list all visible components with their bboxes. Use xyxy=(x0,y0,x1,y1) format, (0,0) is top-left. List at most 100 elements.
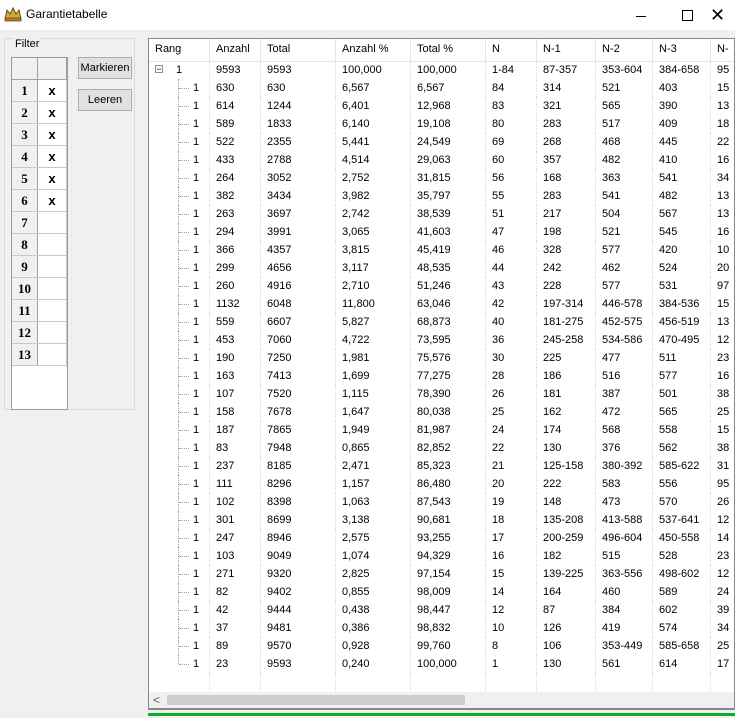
table-row[interactable]: 1 433 2788 4,514 29,063 60 357 482 410 16 xyxy=(149,151,734,169)
column-header[interactable]: N- xyxy=(711,39,734,61)
filter-row[interactable]: 1x xyxy=(12,80,67,102)
table-row[interactable]: 1 23 9593 0,240 100,000 1 130 561 614 17 xyxy=(149,655,734,673)
table-row[interactable]: 1 187 7865 1,949 81,987 24 174 568 558 15 xyxy=(149,421,734,439)
filter-row-mark[interactable] xyxy=(38,300,67,321)
table-row[interactable]: 1 522 2355 5,441 24,549 69 268 468 445 22 xyxy=(149,133,734,151)
filter-row[interactable]: 7 xyxy=(12,212,67,234)
filter-row[interactable]: 4x xyxy=(12,146,67,168)
filter-row-mark[interactable] xyxy=(38,212,67,233)
table-row[interactable]: 1 111 8296 1,157 86,480 20 222 583 556 95 xyxy=(149,475,734,493)
table-cell: 517 xyxy=(596,115,653,133)
filter-row-mark[interactable] xyxy=(38,256,67,277)
column-header[interactable]: N-2 xyxy=(596,39,653,61)
filter-row[interactable]: 5x xyxy=(12,168,67,190)
horizontal-scrollbar[interactable]: < xyxy=(148,692,735,709)
table-row[interactable]: 1 559 6607 5,827 68,873 40 181-275 452-575 456-5… xyxy=(149,313,734,331)
tree-branch xyxy=(179,592,189,593)
filter-row[interactable]: 2x xyxy=(12,102,67,124)
table-row[interactable]: 1 630 630 6,567 6,567 84 314 521 403 15 xyxy=(149,79,734,97)
table-row[interactable]: 1 264 3052 2,752 31,815 56 168 363 541 34 xyxy=(149,169,734,187)
table-row[interactable]: 1 260 4916 2,710 51,246 43 228 577 531 97 xyxy=(149,277,734,295)
minimize-button[interactable] xyxy=(618,0,664,30)
close-button[interactable]: ✕ xyxy=(700,0,735,30)
filter-row-mark[interactable]: x xyxy=(38,80,67,101)
guarantee-table[interactable]: Rang Anzahl Total Anzahl % Total % N N-1 N-2 N-3… xyxy=(148,38,735,710)
collapse-icon[interactable]: − xyxy=(155,65,163,74)
table-row[interactable]: 1 382 3434 3,982 35,797 55 283 541 482 13 xyxy=(149,187,734,205)
table-cell: 98,009 xyxy=(411,583,486,601)
table-row[interactable]: 1 247 8946 2,575 93,255 17 200-259 496-604 450-5… xyxy=(149,529,734,547)
table-row[interactable]: 1 102 8398 1,063 87,543 19 148 473 570 26 xyxy=(149,493,734,511)
column-header[interactable]: N xyxy=(486,39,537,61)
table-row[interactable]: 1 589 1833 6,140 19,108 80 283 517 409 18 xyxy=(149,115,734,133)
filter-row[interactable]: 6x xyxy=(12,190,67,212)
filter-row-mark[interactable]: x xyxy=(38,124,67,145)
table-row[interactable]: 1 301 8699 3,138 90,681 18 135-208 413-588 537-6… xyxy=(149,511,734,529)
table-row[interactable]: 1 453 7060 4,722 73,595 36 245-258 534-586 470-4… xyxy=(149,331,734,349)
filter-row[interactable]: 10 xyxy=(12,278,67,300)
table-row[interactable]: 1 107 7520 1,115 78,390 26 181 387 501 38 xyxy=(149,385,734,403)
table-cell: 247 xyxy=(210,529,261,547)
column-header[interactable]: Total xyxy=(261,39,336,61)
table-row[interactable]: 1 1132 6048 11,800 63,046 42 197-314 446-578 384… xyxy=(149,295,734,313)
filter-row[interactable]: 3x xyxy=(12,124,67,146)
column-header[interactable]: N-3 xyxy=(653,39,711,61)
filter-row[interactable]: 13 xyxy=(12,344,67,366)
filter-row-number: 4 xyxy=(12,146,38,167)
filter-row[interactable]: 8 xyxy=(12,234,67,256)
tree-node-label: 1 xyxy=(193,154,200,166)
table-cell: 162 xyxy=(537,403,596,421)
table-cell: 130 xyxy=(537,655,596,673)
table-cell: 87-357 xyxy=(537,61,596,79)
table-row[interactable]: 1 103 9049 1,074 94,329 16 182 515 528 23 xyxy=(149,547,734,565)
filter-row[interactable]: 11 xyxy=(12,300,67,322)
filter-row-mark[interactable] xyxy=(38,322,67,343)
filter-row-mark[interactable]: x xyxy=(38,102,67,123)
column-header[interactable]: Anzahl % xyxy=(336,39,411,61)
table-row[interactable]: 1 294 3991 3,065 41,603 47 198 521 545 16 xyxy=(149,223,734,241)
table-row[interactable]: 1 299 4656 3,117 48,535 44 242 462 524 20 xyxy=(149,259,734,277)
table-row[interactable]: 1 190 7250 1,981 75,576 30 225 477 511 23 xyxy=(149,349,734,367)
filter-grid[interactable]: 1 x 2 x 3 x 4 x 5 x 6 x 7 8 9 10 11 12 13 xyxy=(11,57,68,410)
table-row[interactable]: 1 271 9320 2,825 97,154 15 139-225 363-556 498-6… xyxy=(149,565,734,583)
table-row[interactable]: 1 366 4357 3,815 45,419 46 328 577 420 10 xyxy=(149,241,734,259)
table-row[interactable]: 1 89 9570 0,928 99,760 8 106 353-449 585-658 25 xyxy=(149,637,734,655)
table-row[interactable]: 1 237 8185 2,471 85,323 21 125-158 380-392 585-6… xyxy=(149,457,734,475)
column-header[interactable]: Rang xyxy=(149,39,210,61)
table-row[interactable]: 1 82 9402 0,855 98,009 14 164 460 589 24 xyxy=(149,583,734,601)
table-row[interactable]: 1 163 7413 1,699 77,275 28 186 516 577 16 xyxy=(149,367,734,385)
table-cell: 0,928 xyxy=(336,637,411,655)
table-row[interactable]: 1 158 7678 1,647 80,038 25 162 472 565 25 xyxy=(149,403,734,421)
filter-row-mark[interactable]: x xyxy=(38,146,67,167)
table-row[interactable]: 1 83 7948 0,865 82,852 22 130 376 562 38 xyxy=(149,439,734,457)
markieren-button[interactable]: Markieren xyxy=(78,57,132,79)
column-header[interactable]: N-1 xyxy=(537,39,596,61)
leeren-button[interactable]: Leeren xyxy=(78,89,132,111)
filter-row-mark[interactable] xyxy=(38,278,67,299)
table-cell xyxy=(711,673,734,691)
chevron-left-icon[interactable]: < xyxy=(153,693,160,707)
table-row[interactable]: 1 614 1244 6,401 12,968 83 321 565 390 13 xyxy=(149,97,734,115)
table-cell: 24,549 xyxy=(411,133,486,151)
table-cell: 521 xyxy=(596,223,653,241)
column-header[interactable]: Anzahl xyxy=(210,39,261,61)
scrollbar-thumb[interactable] xyxy=(167,695,465,705)
filter-row-mark[interactable]: x xyxy=(38,168,67,189)
table-row-root[interactable]: −1 9593 9593 100,000 100,000 1-84 87-357 353-60… xyxy=(149,61,734,79)
column-header[interactable]: Total % xyxy=(411,39,486,61)
table-row[interactable]: 1 42 9444 0,438 98,447 12 87 384 602 39 xyxy=(149,601,734,619)
filter-row-mark[interactable] xyxy=(38,344,67,365)
filter-row[interactable]: 12 xyxy=(12,322,67,344)
table-cell xyxy=(537,673,596,691)
table-row[interactable]: 1 263 3697 2,742 38,539 51 217 504 567 13 xyxy=(149,205,734,223)
table-cell: 445 xyxy=(653,133,711,151)
table-cell: 1 xyxy=(149,223,210,241)
table-cell: 168 xyxy=(537,169,596,187)
filter-row-mark[interactable] xyxy=(38,234,67,255)
table-cell: 614 xyxy=(653,655,711,673)
table-row[interactable]: 1 37 9481 0,386 98,832 10 126 419 574 34 xyxy=(149,619,734,637)
filter-row[interactable]: 9 xyxy=(12,256,67,278)
filter-row-mark[interactable]: x xyxy=(38,190,67,211)
table-cell: 86,480 xyxy=(411,475,486,493)
table-cell: 531 xyxy=(653,277,711,295)
